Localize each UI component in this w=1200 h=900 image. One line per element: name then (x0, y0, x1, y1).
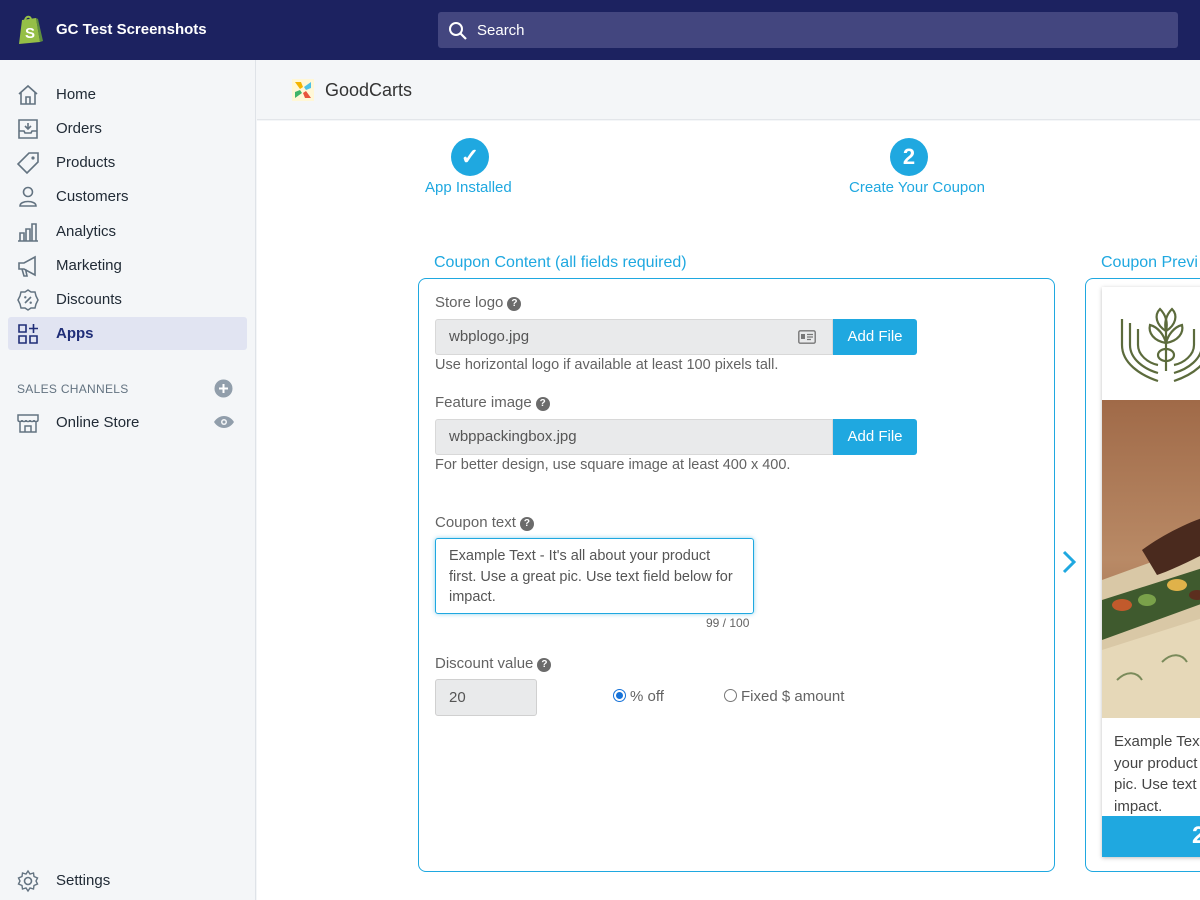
discount-value-label: Discount value? (435, 655, 552, 672)
sidebar-item-label: Analytics (56, 223, 117, 240)
app-name: GoodCarts (325, 80, 413, 100)
gear-icon (17, 869, 39, 893)
coupon-text-label-text: Coupon text (435, 514, 516, 531)
sidebar-item-online-store[interactable]: Online Store (8, 406, 247, 439)
sidebar-item-apps[interactable]: Apps (8, 317, 247, 350)
sidebar-item-analytics[interactable]: Analytics (8, 215, 247, 248)
coupon-text-label: Coupon text? (435, 514, 534, 531)
help-icon[interactable]: ? (507, 297, 522, 311)
percent-off-radio[interactable] (613, 689, 626, 702)
coupon-preview-title: Coupon Previ (1101, 254, 1198, 271)
search-bar[interactable]: Search (438, 12, 1178, 48)
bar-chart-icon (18, 223, 38, 242)
sidebar-item-label: Products (56, 154, 116, 171)
sidebar-item-label: Settings (56, 872, 111, 889)
store-logo-file-name: wbplogo.jpg (449, 328, 530, 345)
step-2-label: Create Your Coupon (849, 179, 985, 196)
fixed-amount-label[interactable]: Fixed $ amount (741, 688, 844, 705)
character-counter: 99 / 100 (706, 616, 750, 630)
coupon-preview-panel: Example Text - It's all about your produ… (1085, 278, 1200, 872)
sidebar-item-marketing[interactable]: Marketing (8, 249, 247, 282)
sales-channels-heading: SALES CHANNELS (17, 382, 129, 396)
sidebar-item-label: Online Store (56, 414, 140, 431)
coupon-content-title: Coupon Content (all fields required) (434, 254, 687, 271)
orders-icon (18, 119, 38, 139)
sidebar-item-products[interactable]: Products (8, 146, 247, 179)
coupon-content-panel: Store logo? wbplogo.jpg Add File Use hor… (418, 278, 1055, 872)
step-2-number: 2 (890, 138, 928, 176)
store-icon (17, 414, 39, 433)
sidebar-item-label: Home (56, 86, 97, 103)
home-icon (18, 84, 38, 105)
sidebar-item-home[interactable]: Home (8, 78, 247, 111)
top-bar: S GC Test Screenshots Search (0, 0, 1200, 60)
fixed-amount-radio[interactable] (724, 689, 737, 702)
percent-off-label[interactable]: % off (630, 688, 664, 705)
food-box-photo (1102, 400, 1200, 718)
svg-text:S: S (25, 25, 35, 42)
brand-plant-logo-icon (1120, 307, 1200, 383)
feature-image-add-file-button[interactable]: Add File (833, 419, 917, 455)
eye-icon[interactable] (213, 415, 235, 429)
coupon-preview-text: Example Text - It's all about your produ… (1114, 733, 1200, 815)
sidebar-item-label: Customers (56, 188, 129, 205)
help-icon[interactable]: ? (537, 658, 552, 672)
id-card-icon (798, 330, 816, 344)
feature-image-label-text: Feature image (435, 394, 532, 411)
step-1-check-icon: ✓ (451, 138, 489, 176)
feature-image-hint: For better design, use square image at l… (435, 457, 791, 473)
discount-value-label-text: Discount value (435, 655, 534, 672)
store-logo-file-field[interactable]: wbplogo.jpg (435, 319, 833, 355)
sidebar: Home Orders Products Customers Analytics… (0, 60, 256, 900)
feature-image-file-name: wbppackingbox.jpg (449, 428, 577, 445)
sidebar-item-label: Apps (56, 325, 94, 342)
feature-image-label: Feature image? (435, 394, 550, 411)
search-input[interactable]: Search (477, 22, 525, 39)
discount-value-input[interactable]: 20 (435, 679, 537, 716)
store-name[interactable]: GC Test Screenshots (56, 21, 207, 38)
coupon-preview-discount-bar: 2 (1102, 816, 1200, 857)
step-1-label: App Installed (425, 179, 512, 196)
discount-value: 20 (449, 689, 466, 706)
discount-icon (17, 289, 39, 311)
sidebar-item-settings[interactable]: Settings (8, 864, 247, 897)
sidebar-item-customers[interactable]: Customers (8, 180, 247, 213)
apps-icon (18, 324, 38, 344)
sidebar-item-label: Orders (56, 120, 102, 137)
store-logo-add-file-button[interactable]: Add File (833, 319, 917, 355)
coupon-preview-card: Example Text - It's all about your produ… (1102, 287, 1200, 857)
chevron-right-icon[interactable] (1061, 549, 1077, 575)
goodcarts-logo-icon (292, 79, 314, 101)
app-header: GoodCarts (257, 60, 1200, 120)
coupon-preview-discount-text: 2 (1192, 822, 1200, 849)
megaphone-icon (18, 255, 36, 277)
main-content: ✓ App Installed 2 Create Your Coupon Cou… (257, 121, 1200, 900)
tag-icon (16, 152, 39, 175)
sidebar-item-label: Discounts (56, 291, 122, 308)
feature-image-preview (1102, 400, 1200, 718)
help-icon[interactable]: ? (519, 517, 534, 531)
store-logo-label: Store logo? (435, 294, 522, 311)
help-icon[interactable]: ? (535, 397, 550, 411)
shopify-logo-icon[interactable]: S (16, 14, 44, 46)
store-logo-label-text: Store logo (435, 294, 504, 311)
coupon-text-input[interactable]: Example Text - It's all about your produ… (435, 538, 754, 614)
sidebar-item-label: Marketing (56, 257, 122, 274)
store-logo-hint: Use horizontal logo if available at leas… (435, 357, 779, 373)
sidebar-item-discounts[interactable]: Discounts (8, 283, 247, 316)
person-icon (19, 186, 37, 207)
feature-image-file-field[interactable]: wbppackingbox.jpg (435, 419, 833, 455)
search-icon (449, 22, 467, 40)
add-channel-icon[interactable] (214, 379, 233, 398)
sidebar-item-orders[interactable]: Orders (8, 112, 247, 145)
